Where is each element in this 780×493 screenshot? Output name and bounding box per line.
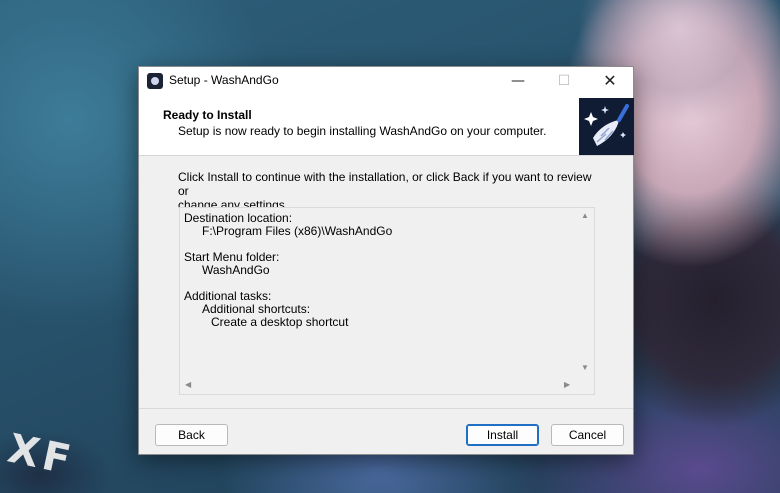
minimize-button[interactable]: — xyxy=(495,67,541,95)
horizontal-scrollbar[interactable]: ◀ ▶ xyxy=(180,377,577,394)
tasks-label: Additional tasks: xyxy=(184,289,272,303)
footer-divider xyxy=(139,408,633,409)
destination-value: F:\Program Files (x86)\WashAndGo xyxy=(202,224,393,238)
ready-summary-memo[interactable]: Destination location: F:\Program Files (… xyxy=(179,207,595,395)
install-button[interactable]: Install xyxy=(466,424,539,446)
washandgo-app-icon xyxy=(147,73,163,89)
title-bar[interactable]: Setup - WashAndGo — ☐ ✕ xyxy=(139,67,633,95)
close-button[interactable]: ✕ xyxy=(587,67,633,95)
destination-label: Destination location: xyxy=(184,211,293,225)
setup-dialog: Setup - WashAndGo — ☐ ✕ Ready to Install… xyxy=(138,66,634,455)
scroll-corner xyxy=(577,377,594,394)
back-button[interactable]: Back xyxy=(155,424,228,446)
scroll-down-icon[interactable]: ▼ xyxy=(581,364,589,372)
scroll-left-icon[interactable]: ◀ xyxy=(185,381,191,389)
instructions-line-1: Click Install to continue with the insta… xyxy=(178,170,592,198)
tasks-item: Create a desktop shortcut xyxy=(211,315,349,329)
wizard-header: Ready to Install Setup is now ready to b… xyxy=(139,95,634,156)
scroll-right-icon[interactable]: ▶ xyxy=(564,381,570,389)
vertical-scrollbar[interactable]: ▲ ▼ xyxy=(577,208,594,378)
tasks-group: Additional shortcuts: xyxy=(202,302,311,316)
broom-sparkle-logo xyxy=(579,98,634,155)
instructions-text: Click Install to continue with the insta… xyxy=(178,170,598,212)
scroll-up-icon[interactable]: ▲ xyxy=(581,212,589,220)
page-title: Ready to Install xyxy=(163,108,252,122)
window-title: Setup - WashAndGo xyxy=(169,73,279,87)
maximize-button[interactable]: ☐ xyxy=(541,67,587,95)
cancel-button[interactable]: Cancel xyxy=(551,424,624,446)
start-menu-label: Start Menu folder: xyxy=(184,250,280,264)
page-subtitle: Setup is now ready to begin installing W… xyxy=(178,124,547,138)
start-menu-value: WashAndGo xyxy=(202,263,270,277)
